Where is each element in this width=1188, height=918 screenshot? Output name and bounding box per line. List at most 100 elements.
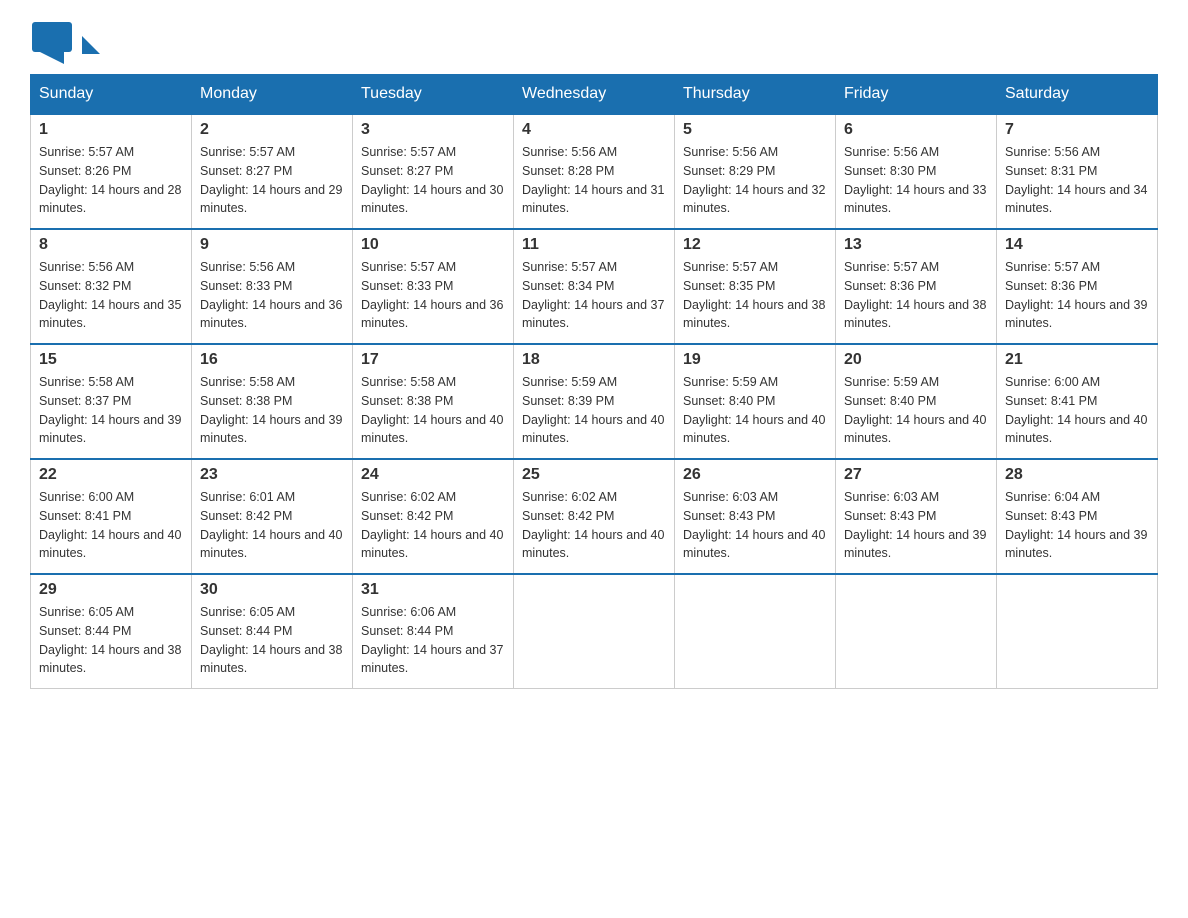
day-info: Sunrise: 5:56 AM Sunset: 8:31 PM Dayligh… xyxy=(1005,143,1149,218)
day-number: 7 xyxy=(1005,121,1149,139)
day-info: Sunrise: 5:57 AM Sunset: 8:26 PM Dayligh… xyxy=(39,143,183,218)
day-number: 10 xyxy=(361,236,505,254)
calendar-cell: 15 Sunrise: 5:58 AM Sunset: 8:37 PM Dayl… xyxy=(31,344,192,459)
day-info: Sunrise: 6:02 AM Sunset: 8:42 PM Dayligh… xyxy=(361,488,505,563)
day-info: Sunrise: 5:58 AM Sunset: 8:38 PM Dayligh… xyxy=(200,373,344,448)
calendar-table: SundayMondayTuesdayWednesdayThursdayFrid… xyxy=(30,74,1158,689)
day-number: 17 xyxy=(361,351,505,369)
day-number: 25 xyxy=(522,466,666,484)
day-info: Sunrise: 6:02 AM Sunset: 8:42 PM Dayligh… xyxy=(522,488,666,563)
calendar-cell: 2 Sunrise: 5:57 AM Sunset: 8:27 PM Dayli… xyxy=(192,114,353,229)
calendar-cell: 20 Sunrise: 5:59 AM Sunset: 8:40 PM Dayl… xyxy=(836,344,997,459)
calendar-cell xyxy=(514,574,675,689)
calendar-cell: 8 Sunrise: 5:56 AM Sunset: 8:32 PM Dayli… xyxy=(31,229,192,344)
day-number: 2 xyxy=(200,121,344,139)
day-info: Sunrise: 5:58 AM Sunset: 8:37 PM Dayligh… xyxy=(39,373,183,448)
calendar-cell: 1 Sunrise: 5:57 AM Sunset: 8:26 PM Dayli… xyxy=(31,114,192,229)
day-info: Sunrise: 5:56 AM Sunset: 8:32 PM Dayligh… xyxy=(39,258,183,333)
day-number: 19 xyxy=(683,351,827,369)
day-info: Sunrise: 5:57 AM Sunset: 8:34 PM Dayligh… xyxy=(522,258,666,333)
calendar-cell: 12 Sunrise: 5:57 AM Sunset: 8:35 PM Dayl… xyxy=(675,229,836,344)
calendar-cell: 11 Sunrise: 5:57 AM Sunset: 8:34 PM Dayl… xyxy=(514,229,675,344)
day-number: 12 xyxy=(683,236,827,254)
calendar-cell: 31 Sunrise: 6:06 AM Sunset: 8:44 PM Dayl… xyxy=(353,574,514,689)
calendar-cell: 21 Sunrise: 6:00 AM Sunset: 8:41 PM Dayl… xyxy=(997,344,1158,459)
calendar-cell: 14 Sunrise: 5:57 AM Sunset: 8:36 PM Dayl… xyxy=(997,229,1158,344)
calendar-week-row: 22 Sunrise: 6:00 AM Sunset: 8:41 PM Dayl… xyxy=(31,459,1158,574)
day-number: 13 xyxy=(844,236,988,254)
calendar-cell: 24 Sunrise: 6:02 AM Sunset: 8:42 PM Dayl… xyxy=(353,459,514,574)
calendar-cell: 26 Sunrise: 6:03 AM Sunset: 8:43 PM Dayl… xyxy=(675,459,836,574)
calendar-cell: 29 Sunrise: 6:05 AM Sunset: 8:44 PM Dayl… xyxy=(31,574,192,689)
day-number: 14 xyxy=(1005,236,1149,254)
logo-icon xyxy=(30,20,74,64)
day-info: Sunrise: 5:59 AM Sunset: 8:39 PM Dayligh… xyxy=(522,373,666,448)
day-info: Sunrise: 6:00 AM Sunset: 8:41 PM Dayligh… xyxy=(39,488,183,563)
day-number: 29 xyxy=(39,581,183,599)
day-info: Sunrise: 6:04 AM Sunset: 8:43 PM Dayligh… xyxy=(1005,488,1149,563)
day-number: 24 xyxy=(361,466,505,484)
day-number: 11 xyxy=(522,236,666,254)
weekday-header-monday: Monday xyxy=(192,75,353,115)
calendar-week-row: 29 Sunrise: 6:05 AM Sunset: 8:44 PM Dayl… xyxy=(31,574,1158,689)
weekday-header-saturday: Saturday xyxy=(997,75,1158,115)
day-info: Sunrise: 6:05 AM Sunset: 8:44 PM Dayligh… xyxy=(200,603,344,678)
calendar-cell: 22 Sunrise: 6:00 AM Sunset: 8:41 PM Dayl… xyxy=(31,459,192,574)
day-number: 8 xyxy=(39,236,183,254)
day-number: 18 xyxy=(522,351,666,369)
day-info: Sunrise: 5:56 AM Sunset: 8:28 PM Dayligh… xyxy=(522,143,666,218)
day-info: Sunrise: 5:58 AM Sunset: 8:38 PM Dayligh… xyxy=(361,373,505,448)
weekday-header-sunday: Sunday xyxy=(31,75,192,115)
calendar-cell: 13 Sunrise: 5:57 AM Sunset: 8:36 PM Dayl… xyxy=(836,229,997,344)
day-info: Sunrise: 6:03 AM Sunset: 8:43 PM Dayligh… xyxy=(844,488,988,563)
calendar-cell: 3 Sunrise: 5:57 AM Sunset: 8:27 PM Dayli… xyxy=(353,114,514,229)
day-info: Sunrise: 6:03 AM Sunset: 8:43 PM Dayligh… xyxy=(683,488,827,563)
calendar-cell: 6 Sunrise: 5:56 AM Sunset: 8:30 PM Dayli… xyxy=(836,114,997,229)
calendar-cell: 16 Sunrise: 5:58 AM Sunset: 8:38 PM Dayl… xyxy=(192,344,353,459)
calendar-cell xyxy=(675,574,836,689)
calendar-cell xyxy=(997,574,1158,689)
calendar-cell: 23 Sunrise: 6:01 AM Sunset: 8:42 PM Dayl… xyxy=(192,459,353,574)
calendar-cell: 19 Sunrise: 5:59 AM Sunset: 8:40 PM Dayl… xyxy=(675,344,836,459)
calendar-cell: 27 Sunrise: 6:03 AM Sunset: 8:43 PM Dayl… xyxy=(836,459,997,574)
day-number: 20 xyxy=(844,351,988,369)
day-info: Sunrise: 5:57 AM Sunset: 8:33 PM Dayligh… xyxy=(361,258,505,333)
day-number: 31 xyxy=(361,581,505,599)
day-info: Sunrise: 6:00 AM Sunset: 8:41 PM Dayligh… xyxy=(1005,373,1149,448)
day-info: Sunrise: 5:57 AM Sunset: 8:27 PM Dayligh… xyxy=(200,143,344,218)
day-number: 28 xyxy=(1005,466,1149,484)
calendar-cell: 30 Sunrise: 6:05 AM Sunset: 8:44 PM Dayl… xyxy=(192,574,353,689)
day-info: Sunrise: 6:06 AM Sunset: 8:44 PM Dayligh… xyxy=(361,603,505,678)
day-info: Sunrise: 5:56 AM Sunset: 8:29 PM Dayligh… xyxy=(683,143,827,218)
weekday-header-wednesday: Wednesday xyxy=(514,75,675,115)
day-number: 6 xyxy=(844,121,988,139)
day-info: Sunrise: 5:57 AM Sunset: 8:36 PM Dayligh… xyxy=(844,258,988,333)
day-info: Sunrise: 6:01 AM Sunset: 8:42 PM Dayligh… xyxy=(200,488,344,563)
weekday-header-tuesday: Tuesday xyxy=(353,75,514,115)
day-info: Sunrise: 5:57 AM Sunset: 8:35 PM Dayligh… xyxy=(683,258,827,333)
calendar-cell: 18 Sunrise: 5:59 AM Sunset: 8:39 PM Dayl… xyxy=(514,344,675,459)
day-number: 22 xyxy=(39,466,183,484)
calendar-week-row: 1 Sunrise: 5:57 AM Sunset: 8:26 PM Dayli… xyxy=(31,114,1158,229)
day-info: Sunrise: 5:56 AM Sunset: 8:33 PM Dayligh… xyxy=(200,258,344,333)
calendar-cell: 9 Sunrise: 5:56 AM Sunset: 8:33 PM Dayli… xyxy=(192,229,353,344)
day-info: Sunrise: 5:59 AM Sunset: 8:40 PM Dayligh… xyxy=(844,373,988,448)
day-info: Sunrise: 5:57 AM Sunset: 8:36 PM Dayligh… xyxy=(1005,258,1149,333)
weekday-header-thursday: Thursday xyxy=(675,75,836,115)
day-info: Sunrise: 5:59 AM Sunset: 8:40 PM Dayligh… xyxy=(683,373,827,448)
day-number: 1 xyxy=(39,121,183,139)
day-number: 16 xyxy=(200,351,344,369)
calendar-cell: 7 Sunrise: 5:56 AM Sunset: 8:31 PM Dayli… xyxy=(997,114,1158,229)
day-number: 27 xyxy=(844,466,988,484)
day-number: 23 xyxy=(200,466,344,484)
weekday-header-friday: Friday xyxy=(836,75,997,115)
calendar-cell: 4 Sunrise: 5:56 AM Sunset: 8:28 PM Dayli… xyxy=(514,114,675,229)
page-header xyxy=(30,20,1158,64)
calendar-cell: 17 Sunrise: 5:58 AM Sunset: 8:38 PM Dayl… xyxy=(353,344,514,459)
day-info: Sunrise: 6:05 AM Sunset: 8:44 PM Dayligh… xyxy=(39,603,183,678)
logo-triangle xyxy=(82,36,100,54)
day-number: 30 xyxy=(200,581,344,599)
day-number: 15 xyxy=(39,351,183,369)
day-info: Sunrise: 5:56 AM Sunset: 8:30 PM Dayligh… xyxy=(844,143,988,218)
calendar-week-row: 8 Sunrise: 5:56 AM Sunset: 8:32 PM Dayli… xyxy=(31,229,1158,344)
